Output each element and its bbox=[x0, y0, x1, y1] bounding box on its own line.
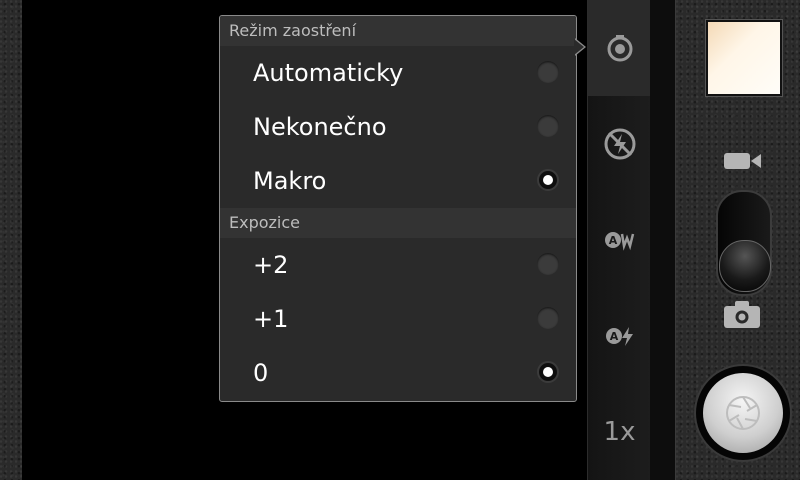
camera-control-panel bbox=[675, 0, 800, 480]
option-label: +2 bbox=[253, 251, 289, 279]
exposure-header: Expozice bbox=[220, 208, 576, 238]
svg-text:A: A bbox=[609, 330, 618, 343]
shutter-button[interactable] bbox=[703, 373, 783, 453]
exposure-option-plus1[interactable]: +1 bbox=[220, 292, 576, 346]
option-label: Makro bbox=[253, 167, 327, 195]
focus-mode-header: Režim zaostření bbox=[220, 16, 576, 46]
camera-icon bbox=[724, 301, 760, 328]
shutter-ring bbox=[696, 366, 790, 460]
zoom-button[interactable]: 1x bbox=[588, 384, 651, 480]
exposure-option-zero[interactable]: 0 bbox=[220, 346, 576, 400]
menu-pointer-arrow-fill bbox=[574, 39, 584, 55]
radio-button[interactable] bbox=[537, 253, 559, 275]
camera-video-mode-switch[interactable] bbox=[716, 190, 772, 296]
mode-switch-knob[interactable] bbox=[719, 240, 771, 292]
zoom-level-label: 1x bbox=[603, 417, 636, 447]
auto-flash-icon: A bbox=[605, 327, 633, 346]
focus-option-auto[interactable]: Automaticky bbox=[220, 46, 576, 100]
settings-popup-menu: Režim zaostření Automaticky Nekonečno Ma… bbox=[219, 15, 577, 402]
exposure-option-plus2[interactable]: +2 bbox=[220, 238, 576, 292]
radio-button-selected[interactable] bbox=[537, 361, 559, 383]
focus-option-infinity[interactable]: Nekonečno bbox=[220, 100, 576, 154]
shutter-icon bbox=[726, 396, 760, 430]
flash-off-icon bbox=[604, 128, 635, 160]
panel-divider bbox=[650, 0, 675, 480]
radio-button[interactable] bbox=[537, 61, 559, 83]
focus-mode-button[interactable] bbox=[588, 0, 651, 96]
white-balance-button[interactable]: A bbox=[588, 192, 651, 288]
option-label: Automaticky bbox=[253, 59, 404, 87]
option-label: 0 bbox=[253, 359, 269, 387]
white-balance-auto-icon: A bbox=[604, 232, 634, 251]
option-label: +1 bbox=[253, 305, 289, 333]
radio-button[interactable] bbox=[537, 115, 559, 137]
radio-button[interactable] bbox=[537, 307, 559, 329]
video-camera-icon bbox=[724, 153, 761, 169]
radio-button-selected[interactable] bbox=[537, 169, 559, 191]
left-frame-strip bbox=[0, 0, 22, 480]
settings-bar: A A 1x bbox=[587, 0, 651, 480]
flash-mode-button[interactable] bbox=[588, 96, 651, 192]
focus-option-macro[interactable]: Makro bbox=[220, 154, 576, 208]
flash-auto-button[interactable]: A bbox=[588, 288, 651, 384]
option-label: Nekonečno bbox=[253, 113, 387, 141]
focus-mode-icon bbox=[607, 35, 632, 62]
svg-text:A: A bbox=[608, 234, 617, 247]
last-photo-thumbnail[interactable] bbox=[705, 19, 783, 97]
